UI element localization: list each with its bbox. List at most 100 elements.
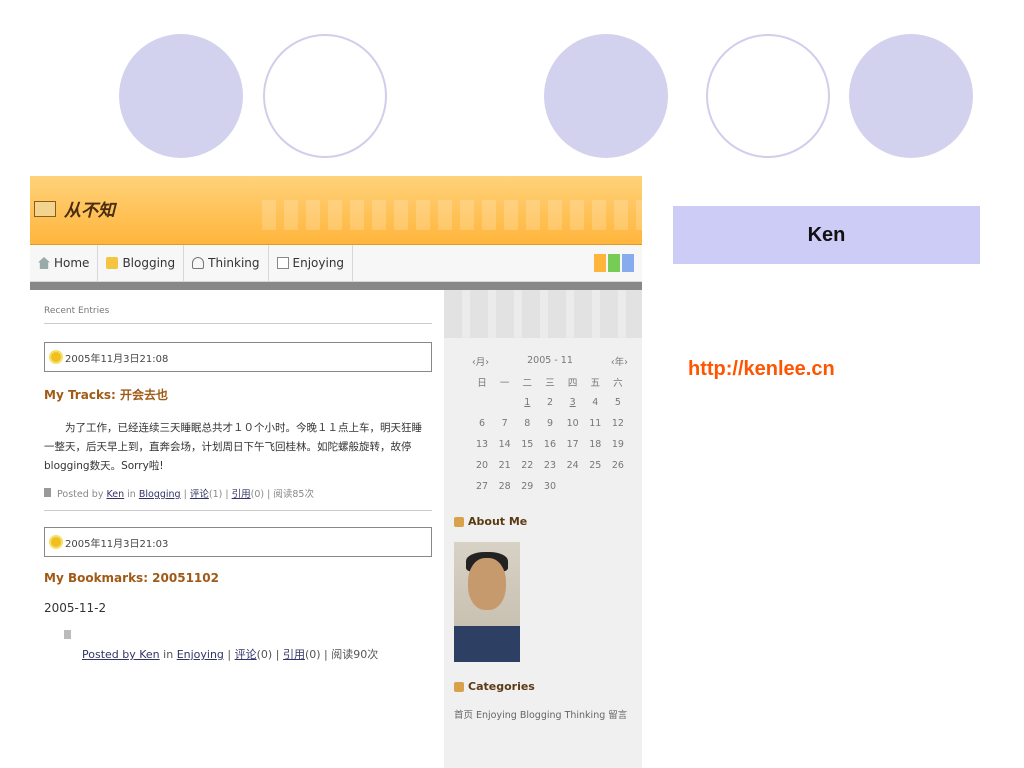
theme-swatch-blue[interactable] (622, 254, 634, 272)
calendar-day: 5 (614, 397, 621, 408)
calendar-month: 2005 - 11 (527, 355, 573, 366)
calendar-day: 13 (475, 439, 489, 450)
weekday-label: 二 (522, 377, 533, 389)
boxes-icon (34, 200, 56, 217)
nav-label: Home (54, 256, 90, 270)
comments-link[interactable]: 评论 (235, 648, 257, 661)
calendar-day: 8 (524, 418, 531, 429)
blog-header: 从不知 (30, 176, 642, 245)
theme-swatch-green[interactable] (608, 254, 620, 272)
author-link[interactable]: Ken (107, 489, 125, 500)
weekday-label: 六 (613, 377, 623, 389)
calendar-day: 25 (589, 460, 602, 471)
author-url-link[interactable]: http://kenlee.cn (688, 358, 835, 381)
trackback-link[interactable]: 引用 (232, 489, 251, 500)
calendar-day: 14 (498, 439, 511, 450)
weekday-label: 一 (499, 377, 510, 389)
trackback-count: (0) (250, 489, 265, 500)
calendar-day: 2 (546, 397, 553, 408)
separator: | (227, 648, 232, 661)
calendar-week: 6 7 8 9 10 11 12 (454, 413, 636, 434)
comments-link[interactable]: 评论 (190, 489, 209, 500)
box-icon (454, 516, 464, 527)
divider-band (30, 282, 642, 290)
calendar-day-link[interactable]: 1 (517, 397, 537, 408)
calendar-day: 12 (611, 418, 624, 429)
entry-title[interactable]: My Bookmarks: 20051102 (44, 571, 432, 585)
author-link[interactable]: Posted by Ken (82, 648, 160, 661)
blog-content: Recent Entries 2005年11月3日21:08 My Tracks… (30, 290, 642, 768)
calendar-day: 16 (543, 439, 557, 450)
nav-item-blogging[interactable]: Blogging (98, 245, 185, 281)
read-count: 阅读90次 (331, 648, 379, 661)
weekday-label: 四 (567, 377, 578, 389)
theme-swatch-orange[interactable] (594, 254, 606, 272)
header-pattern (262, 200, 642, 230)
author-name-box: Ken (673, 206, 980, 264)
separator: | (324, 648, 328, 661)
calendar-day: 24 (566, 460, 579, 471)
folder-icon (106, 257, 119, 269)
calendar-day: 20 (475, 460, 489, 471)
separator: | (225, 489, 229, 500)
entry-meta: Posted by Ken in Blogging | 评论(1) | 引用(0… (44, 486, 432, 511)
entry-date: 2005年11月3日21:08 (65, 353, 169, 365)
nav-label: Blogging (122, 256, 176, 270)
calendar-day: 22 (521, 460, 534, 471)
sidebar: ‹月› 2005 - 11 ‹年› 日 一 二 三 四 五 六 1 2 3 4 … (444, 290, 642, 768)
box-icon (454, 681, 464, 692)
entry-date-line: 2005-11-2 (44, 601, 107, 615)
sun-icon (51, 537, 61, 547)
entry-date-box: 2005年11月3日21:03 (44, 527, 432, 557)
recent-entries-heading: Recent Entries (44, 306, 432, 324)
calendar-week: 20 21 22 23 24 25 26 (454, 455, 636, 476)
prev-month-link[interactable]: ‹月› (472, 354, 489, 368)
calendar-day: 11 (589, 418, 602, 429)
calendar-day: 23 (543, 460, 557, 471)
nav-item-home[interactable]: Home (30, 245, 99, 281)
calendar-day: 17 (566, 439, 579, 450)
attachment-icon (64, 630, 71, 639)
calendar-day: 27 (475, 481, 489, 492)
comments-count: (0) (256, 648, 273, 661)
home-icon (38, 257, 50, 269)
calendar-day: 10 (566, 418, 579, 429)
calendar-week: 1 2 3 4 5 (454, 392, 636, 413)
categories-list[interactable]: 首页 Enjoying Blogging Thinking 留言 (454, 707, 636, 721)
comments-count: (1) (208, 489, 223, 500)
calendar: ‹月› 2005 - 11 ‹年› 日 一 二 三 四 五 六 1 2 3 4 … (454, 350, 636, 497)
person-icon (192, 257, 205, 269)
sun-icon (51, 352, 61, 362)
nav-label: Enjoying (292, 256, 345, 270)
calendar-day: 29 (521, 481, 534, 492)
separator: | (267, 489, 271, 500)
entry-title[interactable]: My Tracks: 开会去也 (44, 386, 432, 403)
calendar-day-link[interactable]: 3 (563, 397, 583, 408)
entry-meta: Posted by Ken in Enjoying | 评论(0) | 引用(0… (44, 629, 432, 662)
trackback-link[interactable]: 引用 (283, 648, 305, 661)
calendar-day: 4 (592, 397, 599, 408)
calendar-day: 28 (498, 481, 511, 492)
separator: | (275, 648, 280, 661)
calendar-day: 21 (498, 460, 511, 471)
site-logo[interactable]: 从不知 (34, 196, 115, 221)
read-count: 阅读85次 (273, 489, 314, 500)
nav-label: Thinking (208, 256, 260, 270)
nav-bar: Home Blogging Thinking Enjoying (30, 245, 642, 282)
category-link[interactable]: Enjoying (177, 648, 224, 661)
calendar-day: 9 (546, 418, 553, 429)
calendar-week: 27 28 29 30 (454, 476, 636, 497)
entry-body: 为了工作，已经连续三天睡眠总共才１０个小时。今晚１１点上车，明天狂睡一整天，后天… (44, 422, 422, 472)
decorative-circle (119, 34, 243, 158)
in-label: in (127, 489, 136, 500)
calendar-day: 6 (478, 418, 486, 429)
trackback-count: (0) (304, 648, 321, 661)
decorative-circle (263, 34, 387, 158)
about-me-heading: About Me (454, 515, 636, 528)
category-link[interactable]: Blogging (139, 489, 181, 500)
calendar-day: 18 (589, 439, 602, 450)
prev-year-link[interactable]: ‹年› (611, 354, 628, 368)
nav-item-thinking[interactable]: Thinking (184, 245, 269, 281)
nav-item-enjoying[interactable]: Enjoying (269, 245, 354, 281)
weekday-label: 三 (545, 377, 555, 389)
